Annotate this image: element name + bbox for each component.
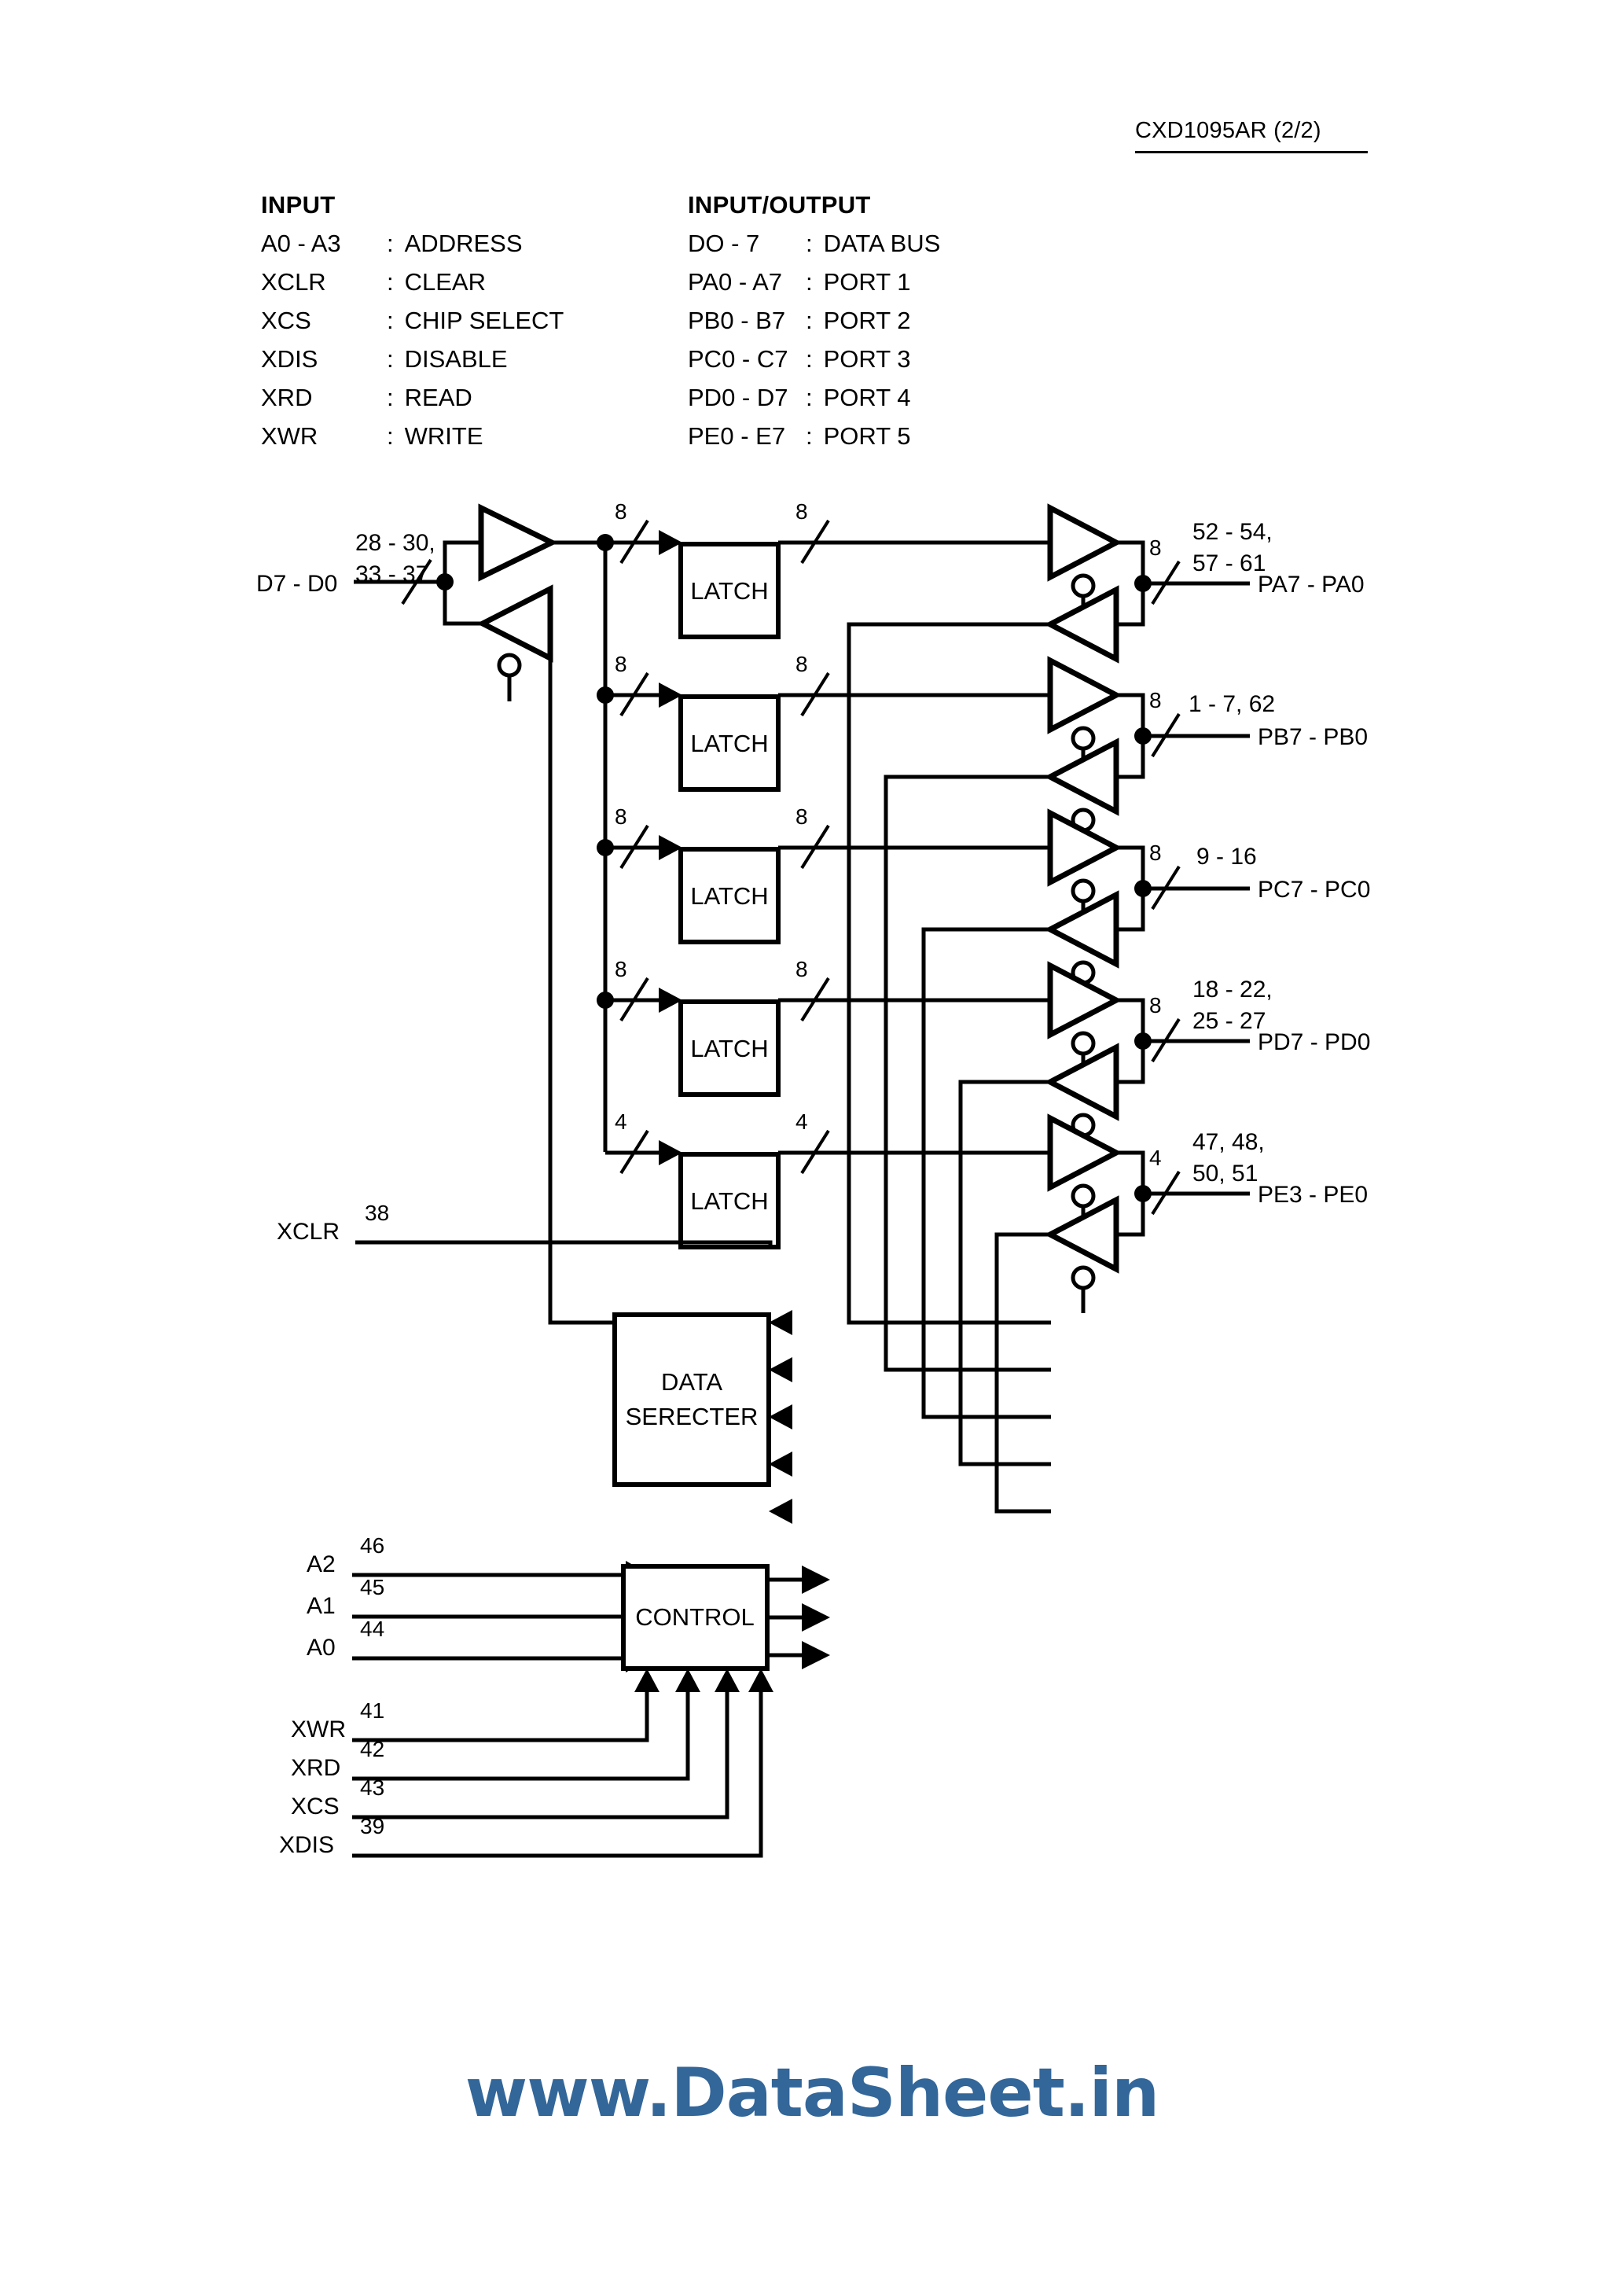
datasheet-page: CXD1095AR (2/2) INPUT A0 - A3 : ADDRESS … xyxy=(0,0,1624,2296)
port-readback-wire-pe xyxy=(994,1232,1051,1514)
watermark-text: www.DataSheet.in xyxy=(465,2054,1159,2132)
xclr-pin-number: 38 xyxy=(365,1201,389,1225)
port-pins-line1: 52 - 54, xyxy=(1192,519,1273,545)
data-selector-input-arrow-icon xyxy=(769,1452,792,1477)
data-bus-input-buffer-icon xyxy=(478,503,558,582)
data-selector-input-arrow-icon xyxy=(769,1499,792,1524)
control-output-arrow-icon xyxy=(802,1641,830,1669)
port-name-pc: PC7 - PC0 xyxy=(1258,877,1370,903)
output-enable-bubble-icon xyxy=(1071,1031,1096,1056)
watermark: www.DataSheet.in xyxy=(0,2054,1624,2132)
data-selector-input-arrow-icon xyxy=(769,1357,792,1382)
port-pins-line1: 18 - 22, xyxy=(1192,977,1273,1003)
port-pins-line1: 9 - 16 xyxy=(1196,844,1257,870)
address-label-a2: A2 xyxy=(307,1551,336,1577)
port-output-buffer-pb-icon xyxy=(1047,656,1122,734)
data-selector-label-line2: SERECTER xyxy=(626,1403,759,1430)
data-bus-pins-line2: 33 - 37 xyxy=(355,561,428,587)
port-readback-wire-pb xyxy=(884,775,1051,1372)
control-wire-xwr xyxy=(352,1692,649,1742)
address-label-a0: A0 xyxy=(307,1635,336,1661)
control-label: CONTROL xyxy=(635,1603,755,1631)
bus-width-label: 8 xyxy=(615,957,627,981)
port-name-pe: PE3 - PE0 xyxy=(1258,1182,1368,1208)
output-enable-bubble-icon xyxy=(1071,573,1096,598)
control-bottom-arrow-icon xyxy=(715,1669,740,1692)
port-pins-line2: 57 - 61 xyxy=(1192,550,1266,576)
bus-width-label: 8 xyxy=(795,804,808,829)
input-enable-bubble-icon xyxy=(1071,1265,1096,1290)
control-output-arrow-icon xyxy=(802,1566,830,1594)
control-pin-xrd: 42 xyxy=(360,1737,384,1761)
port-width-label: 8 xyxy=(1149,688,1162,712)
port-pins-line1: 47, 48, xyxy=(1192,1129,1265,1155)
control-bottom-arrow-icon xyxy=(675,1669,700,1692)
output-enable-bubble-icon xyxy=(1071,878,1096,903)
address-pin-a0: 44 xyxy=(360,1617,384,1641)
port-readback-wire-pa xyxy=(847,622,1051,1325)
latch-label: LATCH xyxy=(690,882,768,910)
port-output-buffer-pa-icon xyxy=(1047,503,1122,582)
tristate-enable-bubble-icon xyxy=(497,653,522,678)
data-selector-label-line1: DATA xyxy=(661,1368,722,1396)
control-pin-xcs: 43 xyxy=(360,1775,384,1800)
output-enable-bubble-icon xyxy=(1071,726,1096,751)
data-selector-input-arrow-icon xyxy=(769,1404,792,1429)
data-selector-box xyxy=(612,1312,771,1487)
port-name-pa: PA7 - PA0 xyxy=(1258,572,1365,598)
bus-width-label: 4 xyxy=(795,1109,808,1134)
port-pins-line2: 50, 51 xyxy=(1192,1161,1258,1187)
control-wire-xrd xyxy=(352,1692,690,1781)
port-pins-line2: 25 - 27 xyxy=(1192,1008,1266,1034)
control-output-arrow-icon xyxy=(802,1603,830,1632)
bus-width-label: 8 xyxy=(795,957,808,981)
control-bottom-arrow-icon xyxy=(748,1669,773,1692)
port-readback-wire-pc xyxy=(921,927,1051,1419)
port-readback-wire-pd xyxy=(958,1080,1051,1466)
control-pin-xdis: 39 xyxy=(360,1814,384,1838)
control-wire-xdis xyxy=(352,1692,763,1858)
control-label-xrd: XRD xyxy=(291,1755,340,1781)
port-pins-line1: 1 - 7, 62 xyxy=(1189,691,1275,717)
port-name-pd: PD7 - PD0 xyxy=(1258,1029,1370,1055)
latch-label: LATCH xyxy=(690,577,768,605)
bus-width-label: 8 xyxy=(615,804,627,829)
control-pin-xwr: 41 xyxy=(360,1698,384,1723)
output-enable-bubble-icon xyxy=(1071,1183,1096,1209)
bus-width-label: 8 xyxy=(615,499,627,524)
block-diagram: 8 LATCH 8 8 52 - 54, 57 - 61 PA7 - PA0 8… xyxy=(0,0,1624,2296)
bus-width-label: 8 xyxy=(615,652,627,676)
port-name-pb: PB7 - PB0 xyxy=(1258,724,1368,750)
data-bus-tristate-buffer-icon xyxy=(476,584,553,663)
address-pin-a2: 46 xyxy=(360,1533,384,1558)
latch-label: LATCH xyxy=(690,730,768,757)
port-width-label: 4 xyxy=(1149,1146,1162,1170)
control-bottom-arrow-icon xyxy=(634,1669,660,1692)
xclr-label: XCLR xyxy=(277,1219,340,1245)
latch-label: LATCH xyxy=(690,1187,768,1215)
address-pin-a1: 45 xyxy=(360,1575,384,1599)
bus-width-label: 8 xyxy=(795,652,808,676)
control-label-xdis: XDIS xyxy=(279,1832,334,1858)
control-label-xcs: XCS xyxy=(291,1794,340,1820)
control-label-xwr: XWR xyxy=(291,1716,346,1742)
address-label-a1: A1 xyxy=(307,1593,336,1619)
data-selector-input-arrow-icon xyxy=(769,1310,792,1335)
control-wire-xcs xyxy=(352,1692,729,1820)
port-width-label: 8 xyxy=(1149,993,1162,1017)
port-width-label: 8 xyxy=(1149,535,1162,560)
bus-width-label: 8 xyxy=(795,499,808,524)
data-bus-label: D7 - D0 xyxy=(256,571,337,597)
port-width-label: 8 xyxy=(1149,841,1162,865)
latch-label: LATCH xyxy=(690,1035,768,1062)
data-bus-pins-line1: 28 - 30, xyxy=(355,530,435,556)
bus-width-label: 4 xyxy=(615,1109,627,1134)
